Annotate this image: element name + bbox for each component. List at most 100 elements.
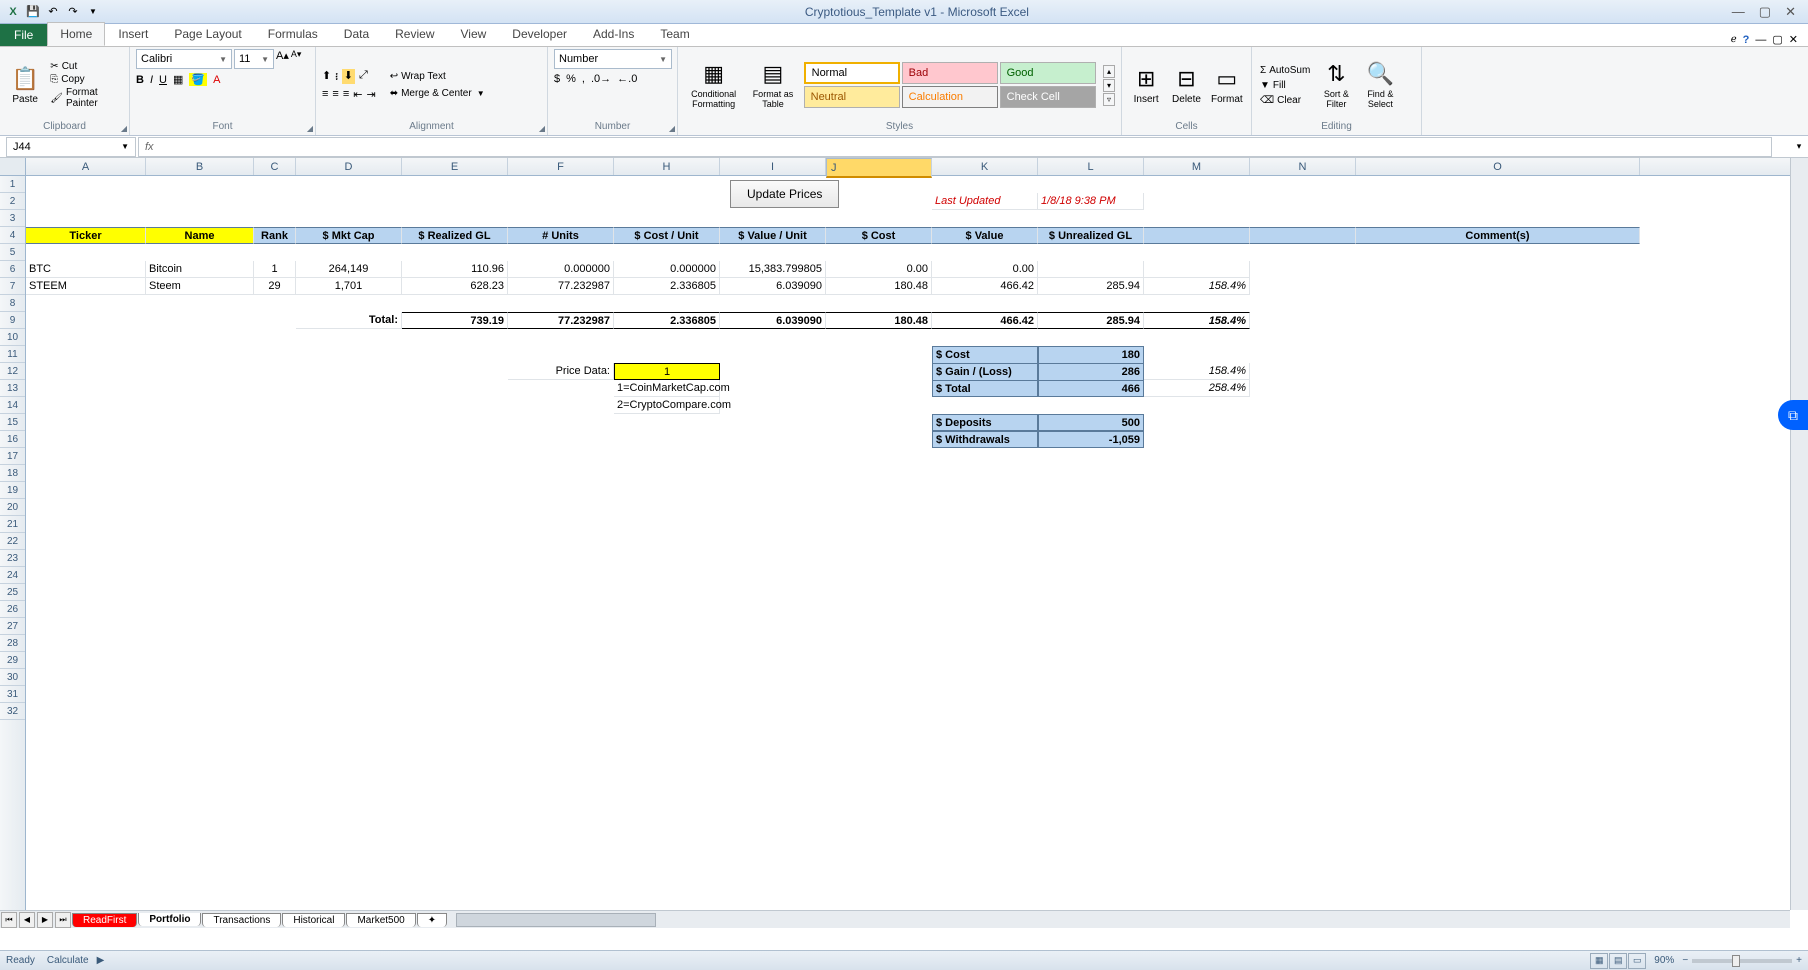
row-header-29[interactable]: 29	[0, 652, 25, 669]
sheet-tab-transactions[interactable]: Transactions	[202, 913, 281, 927]
cell[interactable]: 0.00	[826, 261, 932, 278]
increase-font-icon[interactable]: A▴	[276, 49, 289, 69]
font-family-select[interactable]: Calibri▼	[136, 49, 232, 69]
dialog-launcher-icon[interactable]: ◢	[669, 124, 675, 133]
row-header-15[interactable]: 15	[0, 414, 25, 431]
vertical-scrollbar[interactable]	[1790, 158, 1808, 910]
merge-center-button[interactable]: ⬌Merge & Center▼	[388, 87, 487, 100]
cell[interactable]: $ Withdrawals	[932, 431, 1038, 448]
row-header-17[interactable]: 17	[0, 448, 25, 465]
formula-input[interactable]	[160, 138, 1771, 156]
cell[interactable]: 15,383.799805	[720, 261, 826, 278]
currency-icon[interactable]: $	[554, 73, 560, 85]
align-top-icon[interactable]: ⬆	[322, 69, 331, 84]
cut-button[interactable]: ✂Cut	[48, 60, 123, 73]
tab-nav-last[interactable]: ⏭	[55, 912, 71, 928]
cell[interactable]: 0.000000	[508, 261, 614, 278]
cell[interactable]: 0.000000	[614, 261, 720, 278]
row-header-21[interactable]: 21	[0, 516, 25, 533]
style-calculation[interactable]: Calculation	[902, 86, 998, 108]
tab-formulas[interactable]: Formulas	[255, 22, 331, 46]
clear-button[interactable]: ⌫Clear	[1258, 94, 1312, 107]
cell[interactable]: STEEM	[26, 278, 146, 295]
cell[interactable]: $ Cost	[932, 346, 1038, 363]
column-header-K[interactable]: K	[932, 158, 1038, 175]
workbook-min-icon[interactable]: —	[1755, 34, 1766, 46]
help-icon[interactable]: ?	[1743, 34, 1750, 46]
cell[interactable]: 466.42	[932, 278, 1038, 295]
row-header-4[interactable]: 4	[0, 227, 25, 244]
style-check-cell[interactable]: Check Cell	[1000, 86, 1096, 108]
cell[interactable]: Rank	[254, 227, 296, 244]
cell[interactable]: Last Updated	[932, 193, 1038, 210]
cell[interactable]	[1038, 261, 1144, 278]
workbook-max-icon[interactable]: ▢	[1772, 33, 1782, 46]
conditional-formatting-button[interactable]: ▦Conditional Formatting	[684, 52, 743, 118]
align-center-icon[interactable]: ≡	[332, 88, 338, 101]
row-header-7[interactable]: 7	[0, 278, 25, 295]
column-header-D[interactable]: D	[296, 158, 402, 175]
cell[interactable]: BTC	[26, 261, 146, 278]
macro-record-icon[interactable]: ▶	[97, 955, 105, 966]
tab-home[interactable]: Home	[47, 22, 105, 46]
close-button[interactable]: ✕	[1785, 4, 1796, 20]
format-painter-button[interactable]: 🖌Format Painter	[48, 86, 123, 110]
zoom-slider[interactable]: − +	[1682, 955, 1802, 966]
increase-decimal-icon[interactable]: .0→	[591, 73, 611, 85]
row-header-23[interactable]: 23	[0, 550, 25, 567]
row-header-10[interactable]: 10	[0, 329, 25, 346]
underline-button[interactable]: U	[159, 74, 167, 86]
select-all-corner[interactable]	[0, 158, 26, 175]
fill-color-button[interactable]: 🪣	[189, 73, 207, 86]
column-header-N[interactable]: N	[1250, 158, 1356, 175]
cell[interactable]: 158.4%	[1144, 278, 1250, 295]
cell[interactable]: $ Total	[932, 380, 1038, 397]
view-layout-icon[interactable]: ▤	[1609, 953, 1627, 969]
cell[interactable]: $ Value / Unit	[720, 227, 826, 244]
cell[interactable]: Bitcoin	[146, 261, 254, 278]
row-header-27[interactable]: 27	[0, 618, 25, 635]
decrease-indent-icon[interactable]: ⇤	[353, 88, 362, 101]
view-pagebreak-icon[interactable]: ▭	[1628, 953, 1646, 969]
styles-up-icon[interactable]: ▴	[1103, 65, 1115, 78]
zoom-in-icon[interactable]: +	[1796, 955, 1802, 966]
column-header-F[interactable]: F	[508, 158, 614, 175]
bold-button[interactable]: B	[136, 74, 144, 86]
tab-view[interactable]: View	[448, 22, 500, 46]
paste-button[interactable]: 📋Paste	[6, 52, 44, 118]
tab-data[interactable]: Data	[331, 22, 382, 46]
insert-cells-button[interactable]: ⊞Insert	[1128, 52, 1164, 118]
cell[interactable]: 0.00	[932, 261, 1038, 278]
autosum-button[interactable]: ΣAutoSum	[1258, 64, 1312, 77]
row-header-2[interactable]: 2	[0, 193, 25, 210]
name-box[interactable]: J44▼	[6, 137, 136, 157]
decrease-decimal-icon[interactable]: ←.0	[617, 73, 637, 85]
tab-insert[interactable]: Insert	[105, 22, 161, 46]
border-button[interactable]: ▦	[173, 73, 183, 86]
sort-filter-button[interactable]: ⇅Sort & Filter	[1316, 52, 1356, 118]
number-format-select[interactable]: Number▼	[554, 49, 672, 69]
dialog-launcher-icon[interactable]: ◢	[539, 124, 545, 133]
workbook-close-icon[interactable]: ✕	[1789, 33, 1798, 46]
cell[interactable]	[1250, 227, 1356, 244]
cell[interactable]: 77.232987	[508, 278, 614, 295]
row-header-5[interactable]: 5	[0, 244, 25, 261]
cell[interactable]: 258.4%	[1144, 380, 1250, 397]
cell[interactable]: Price Data:	[508, 363, 614, 380]
column-header-A[interactable]: A	[26, 158, 146, 175]
cell[interactable]: Ticker	[26, 227, 146, 244]
cell[interactable]: $ Cost / Unit	[614, 227, 720, 244]
horizontal-scrollbar[interactable]	[456, 913, 1790, 927]
fx-icon[interactable]: fx	[139, 141, 160, 153]
wrap-text-button[interactable]: ↩Wrap Text	[388, 70, 487, 83]
tab-addins[interactable]: Add-Ins	[580, 22, 647, 46]
cell[interactable]: 628.23	[402, 278, 508, 295]
copy-button[interactable]: ⎘Copy	[48, 73, 123, 86]
cell[interactable]: 1=CoinMarketCap.com	[614, 380, 720, 397]
save-icon[interactable]: 💾	[24, 3, 42, 21]
row-header-14[interactable]: 14	[0, 397, 25, 414]
row-header-24[interactable]: 24	[0, 567, 25, 584]
row-header-28[interactable]: 28	[0, 635, 25, 652]
row-header-31[interactable]: 31	[0, 686, 25, 703]
row-header-22[interactable]: 22	[0, 533, 25, 550]
